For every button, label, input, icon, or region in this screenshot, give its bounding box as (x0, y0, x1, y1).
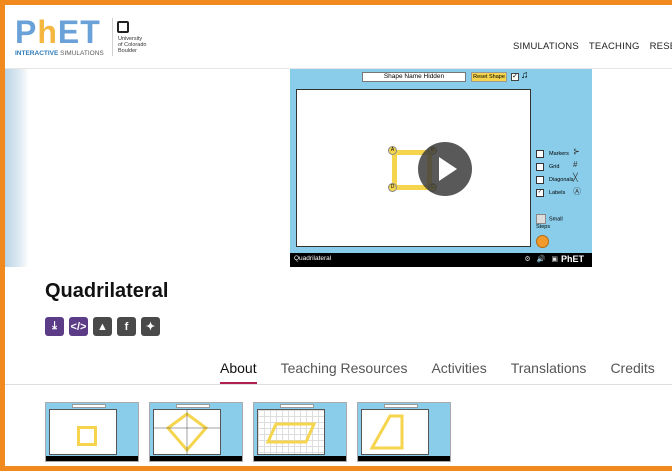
thumb-square-shape (77, 426, 97, 446)
main-nav: SIMULATIONS TEACHING RESEA (513, 41, 672, 52)
labels-checkbox[interactable]: ✓ (536, 188, 544, 197)
thumb-nav-bar (254, 456, 346, 461)
sim-preview[interactable]: + Shape Name Hidden Reset Shape ✓ ♫ A B … (290, 69, 592, 267)
banner-blur-edge (5, 69, 29, 267)
vertex-a: A (388, 146, 397, 155)
embed-icon[interactable]: </> (69, 317, 88, 336)
phet-tagline: INTERACTIVE SIMULATIONS (15, 50, 104, 57)
thumb-trapezoid-shape (369, 414, 404, 450)
tab-activities[interactable]: Activities (431, 360, 486, 381)
thumb-nav-bar (46, 456, 138, 461)
play-video-button[interactable] (418, 142, 472, 196)
reset-shape-button[interactable]: Reset Shape (471, 72, 507, 82)
thumb-label-box (384, 404, 418, 408)
labels-icon: Ⓐ (573, 187, 581, 196)
camera-icon[interactable]: ▣ (551, 255, 558, 263)
share-bar: ⤓ </> ▲ f ✦ (45, 317, 160, 336)
tab-about[interactable]: About (220, 360, 257, 384)
thumbnail-trapezoid[interactable] (357, 402, 451, 462)
nav-teaching[interactable]: TEACHING (589, 41, 640, 52)
tab-teaching-resources[interactable]: Teaching Resources (281, 360, 408, 381)
nav-research[interactable]: RESEA (650, 41, 672, 52)
sim-bar-icons: ⚙ 🔊 ▣ (524, 255, 558, 263)
sound-checkbox[interactable]: ✓ (511, 73, 519, 81)
music-note-icon: ♫ (521, 70, 529, 81)
grid-icon: # (573, 160, 578, 169)
thumbnail-kite[interactable] (149, 402, 243, 462)
diagonals-checkbox[interactable] (536, 175, 544, 184)
twitter-icon[interactable]: ✦ (141, 317, 160, 336)
thumb-play-area (153, 409, 221, 455)
facebook-icon[interactable]: f (117, 317, 136, 336)
sim-options: Markers ⊱ Grid # Diagonals ╳ ✓ Labels Ⓐ (536, 147, 581, 199)
tab-translations[interactable]: Translations (511, 360, 587, 381)
markers-checkbox[interactable] (536, 149, 544, 158)
thumb-play-area (257, 409, 325, 455)
thumb-nav-bar (358, 456, 450, 461)
reset-all-button[interactable] (536, 235, 549, 248)
page-title: Quadrilateral (45, 280, 169, 302)
cu-logo-text[interactable]: University of Colorado Boulder (118, 36, 146, 54)
thumb-play-area (361, 409, 429, 455)
small-steps-checkbox[interactable] (536, 214, 546, 224)
page-frame: PhET INTERACTIVE SIMULATIONS University … (5, 5, 672, 466)
thumb-label-box (280, 404, 314, 408)
screenshot-gallery (45, 402, 451, 462)
option-labels[interactable]: ✓ Labels Ⓐ (536, 186, 581, 199)
site-header: PhET INTERACTIVE SIMULATIONS University … (5, 5, 672, 69)
tab-underline (5, 384, 672, 385)
shape-name-box: Shape Name Hidden (362, 72, 466, 82)
tab-credits[interactable]: Credits (610, 360, 654, 381)
sim-play-area: A B C D (296, 89, 531, 247)
option-markers[interactable]: Markers ⊱ (536, 147, 580, 160)
share-icon[interactable]: ▲ (93, 317, 112, 336)
diagonals-icon: ╳ (573, 173, 578, 182)
logo-divider (112, 18, 113, 56)
phet-wordmark: PhET (15, 14, 101, 50)
markers-icon: ⊱ (573, 147, 580, 156)
thumb-play-area (49, 409, 117, 455)
thumb-kite-shape (154, 410, 220, 454)
option-grid[interactable]: Grid # (536, 160, 577, 173)
sim-nav-bar: Quadrilateral ⚙ 🔊 ▣ PhET (290, 253, 592, 267)
tab-bar: About Teaching Resources Activities Tran… (220, 360, 655, 384)
vertex-d: D (388, 183, 397, 192)
thumbnail-parallelogram[interactable] (253, 402, 347, 462)
audio-icon[interactable]: 🔊 (537, 255, 546, 263)
thumb-label-box (72, 404, 106, 408)
sim-bar-title: Quadrilateral (294, 255, 332, 262)
download-icon[interactable]: ⤓ (45, 317, 64, 336)
cu-logo-icon (117, 21, 129, 33)
preferences-icon[interactable]: ⚙ (524, 255, 530, 263)
thumb-label-box (176, 404, 210, 408)
grid-checkbox[interactable] (536, 162, 544, 171)
small-steps-option[interactable]: Small Steps (536, 214, 574, 230)
thumb-parallelogram-shape (265, 422, 317, 444)
thumb-nav-bar (150, 456, 242, 461)
option-diagonals[interactable]: Diagonals ╳ (536, 173, 578, 186)
thumbnail-square[interactable] (45, 402, 139, 462)
phet-logo[interactable]: PhET INTERACTIVE SIMULATIONS (15, 15, 107, 59)
nav-simulations[interactable]: SIMULATIONS (513, 41, 579, 52)
sim-phet-logo[interactable]: PhET (561, 254, 584, 264)
